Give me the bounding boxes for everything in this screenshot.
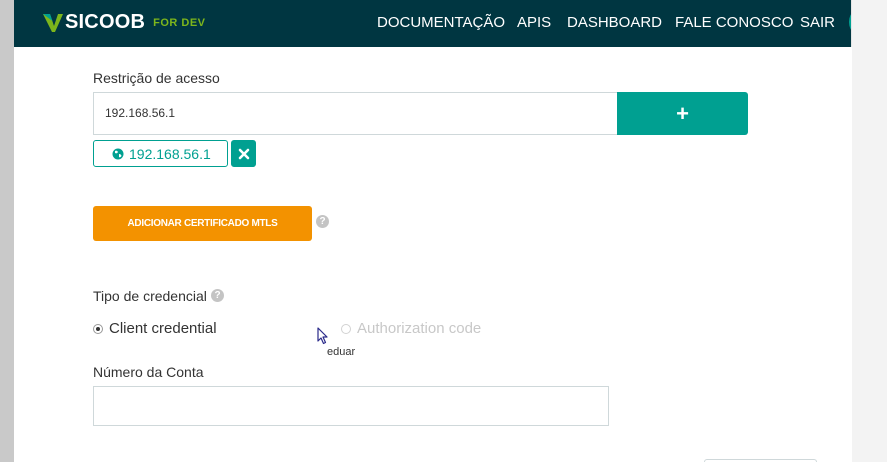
radio-authorization-code[interactable]: Authorization code xyxy=(341,320,481,337)
radio-unchecked-icon xyxy=(341,323,351,334)
window-edge xyxy=(0,0,14,462)
access-restriction-label: Restrição de acesso xyxy=(93,70,220,86)
cursor-tooltip: eduar xyxy=(327,346,356,358)
mouse-pointer-icon xyxy=(317,327,328,345)
nav-sair[interactable]: SAIR xyxy=(800,14,835,31)
sicoob-logo-icon xyxy=(43,13,63,32)
radio-checked-icon xyxy=(93,323,103,334)
ip-tag: 192.168.56.1 xyxy=(93,140,228,167)
credential-help-icon[interactable]: ? xyxy=(211,289,224,302)
authorization-code-label: Authorization code xyxy=(357,320,482,337)
nav-apis[interactable]: APIS xyxy=(517,14,551,31)
mtls-help-icon[interactable]: ? xyxy=(316,215,329,228)
account-number-input[interactable] xyxy=(93,386,609,426)
sicoob-logo[interactable]: SICOOB FOR DEV xyxy=(42,11,206,34)
nav-fale-conosco[interactable]: FALE CONOSCO xyxy=(675,14,793,31)
nav-documentacao[interactable]: DOCUMENTAÇÃO xyxy=(377,14,505,31)
plus-icon: + xyxy=(676,100,689,126)
page-scroll-area xyxy=(851,0,887,462)
ip-address-input[interactable]: 192.168.56.1 xyxy=(93,92,617,135)
account-number-label: Número da Conta xyxy=(93,364,204,380)
add-mtls-certificate-button[interactable]: ADICIONAR CERTIFICADO MTLS xyxy=(93,206,312,241)
credential-type-label: Tipo de credencial xyxy=(93,288,207,304)
nav-dashboard[interactable]: DASHBOARD xyxy=(567,14,662,31)
logo-text: SICOOB xyxy=(65,11,146,33)
remove-ip-button[interactable] xyxy=(231,140,256,167)
add-ip-button[interactable]: + xyxy=(617,92,748,135)
close-icon xyxy=(238,148,249,159)
logo-subtitle: FOR DEV xyxy=(153,16,206,29)
ip-tag-label: 192.168.56.1 xyxy=(129,145,211,162)
globe-icon xyxy=(112,148,124,159)
radio-client-credential[interactable]: Client credential xyxy=(93,320,217,337)
top-navbar: SICOOB FOR DEV DOCUMENTAÇÃO APIS DASHBOA… xyxy=(14,0,887,47)
client-credential-label: Client credential xyxy=(109,320,217,337)
